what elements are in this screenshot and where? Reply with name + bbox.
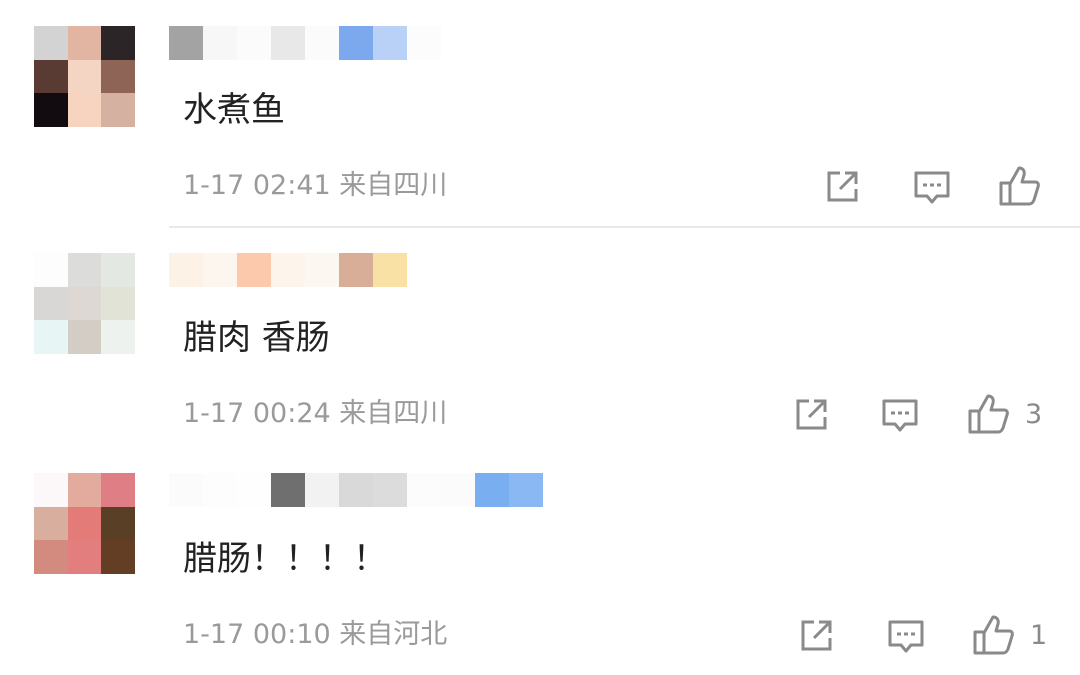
comment-item: 腊肉 香肠 1-17 00:24 来自四川 3 <box>0 253 1080 463</box>
avatar-pixel <box>101 286 135 321</box>
username-pixel <box>373 253 407 287</box>
username-pixel <box>373 473 407 507</box>
thumbs-up-icon <box>968 394 1009 434</box>
avatar-pixel <box>34 540 68 574</box>
username-pixel <box>203 26 237 60</box>
reply-button[interactable] <box>912 166 952 206</box>
comment-meta: 1-17 00:10 来自河北 <box>183 619 447 651</box>
username-pixel <box>305 473 339 507</box>
username-pixel <box>339 473 373 507</box>
avatar-pixel <box>67 506 102 541</box>
avatar[interactable] <box>34 26 135 127</box>
comment-meta: 1-17 00:24 来自四川 <box>183 398 447 430</box>
username-pixel <box>169 26 203 60</box>
username-pixel <box>441 473 475 507</box>
divider <box>169 226 1080 228</box>
comment-location: 来自四川 <box>339 170 448 201</box>
avatar-pixel <box>101 93 135 127</box>
share-button[interactable] <box>797 615 837 655</box>
username-pixel <box>305 26 339 60</box>
share-button[interactable] <box>792 394 832 434</box>
avatar-pixel <box>34 506 68 541</box>
username-pixel <box>475 473 509 507</box>
avatar-pixel <box>101 506 135 541</box>
username-pixel <box>339 253 373 287</box>
like-button[interactable]: 1 <box>972 615 1047 655</box>
avatar-pixel <box>67 540 102 574</box>
avatar-pixel <box>67 59 102 94</box>
username-pixel <box>169 473 203 507</box>
comment-text: 腊肠！！！！ <box>183 539 387 579</box>
comment-text: 水煮鱼 <box>183 90 285 130</box>
like-button[interactable]: 3 <box>967 394 1042 434</box>
comment-meta: 1-17 02:41 来自四川 <box>183 170 447 202</box>
avatar[interactable] <box>34 253 135 354</box>
comment-text: 腊肉 香肠 <box>183 318 330 358</box>
comment-location: 来自河北 <box>339 619 448 650</box>
username-pixel <box>169 253 203 287</box>
thumbs-up-icon <box>999 166 1040 206</box>
comment-icon <box>914 171 950 204</box>
avatar-pixel <box>34 253 68 287</box>
comment-time: 1-17 00:24 <box>183 398 331 429</box>
username-pixel <box>407 26 441 60</box>
share-icon <box>796 399 827 430</box>
username-pixel <box>237 26 271 60</box>
username-pixel <box>305 253 339 287</box>
username-pixel <box>237 473 271 507</box>
avatar-pixel <box>34 93 68 127</box>
avatar-pixel <box>101 320 135 354</box>
username-pixel <box>407 473 441 507</box>
avatar-pixel <box>67 320 102 354</box>
like-button[interactable] <box>998 166 1056 206</box>
avatar-pixel <box>101 253 135 287</box>
comment-time: 1-17 02:41 <box>183 170 331 201</box>
username-pixel <box>271 473 305 507</box>
avatar-pixel <box>101 473 135 507</box>
comment-item: 水煮鱼 1-17 02:41 来自四川 <box>0 26 1080 236</box>
username-pixel <box>509 473 543 507</box>
share-button[interactable] <box>823 166 863 206</box>
avatar-pixel <box>101 59 135 94</box>
thumbs-up-icon <box>973 615 1014 655</box>
avatar-pixel <box>67 473 102 507</box>
comment-time: 1-17 00:10 <box>183 619 331 650</box>
avatar-pixel <box>34 473 68 507</box>
avatar-pixel <box>67 93 102 127</box>
reply-button[interactable] <box>886 615 926 655</box>
avatar-pixel <box>101 540 135 574</box>
share-icon <box>827 171 858 202</box>
avatar-pixel <box>34 26 68 60</box>
avatar-pixel <box>34 286 68 321</box>
username[interactable] <box>169 473 543 507</box>
avatar-pixel <box>34 59 68 94</box>
share-icon <box>801 620 832 651</box>
username-pixel <box>271 253 305 287</box>
avatar[interactable] <box>34 473 135 574</box>
username-pixel <box>271 26 305 60</box>
avatar-pixel <box>101 26 135 60</box>
reply-button[interactable] <box>880 394 920 434</box>
avatar-pixel <box>34 320 68 354</box>
comment-location: 来自四川 <box>339 398 448 429</box>
avatar-pixel <box>67 286 102 321</box>
username[interactable] <box>169 26 441 60</box>
username-pixel <box>203 253 237 287</box>
username[interactable] <box>169 253 407 287</box>
like-count: 1 <box>1030 619 1048 651</box>
like-count: 3 <box>1025 398 1043 430</box>
username-pixel <box>203 473 237 507</box>
comment-icon <box>888 620 924 653</box>
avatar-pixel <box>67 253 102 287</box>
username-pixel <box>339 26 373 60</box>
username-pixel <box>237 253 271 287</box>
comment-icon <box>882 399 918 432</box>
comment-item: 腊肠！！！！ 1-17 00:10 来自河北 1 <box>0 473 1080 673</box>
username-pixel <box>373 26 407 60</box>
avatar-pixel <box>67 26 102 60</box>
